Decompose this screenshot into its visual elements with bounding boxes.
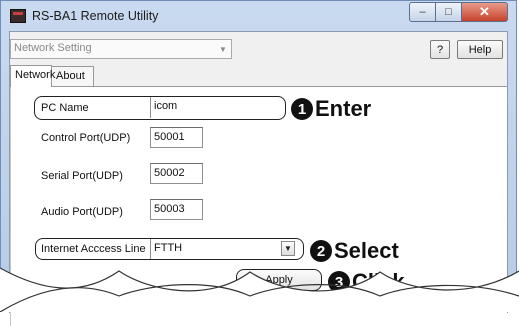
internet-line-value: FTTH <box>154 242 183 254</box>
title-bar[interactable]: RS-BA1 Remote Utility – □ ✕ <box>1 1 516 31</box>
window-controls: – □ ✕ <box>409 2 508 22</box>
callout-select-text: Select <box>334 238 399 263</box>
callout-enter: 1 Enter <box>291 96 371 122</box>
app-window: RS-BA1 Remote Utility – □ ✕ Network Sett… <box>0 0 517 326</box>
minimize-icon: – <box>419 6 426 18</box>
callout-enter-text: Enter <box>315 96 372 121</box>
callout-click-text: Click <box>352 269 405 294</box>
audio-port-label: Audio Port(UDP) <box>41 206 123 218</box>
pc-name-input[interactable]: icom <box>150 97 272 118</box>
internet-line-label: Internet Acccess Line <box>41 243 146 255</box>
callout-click: 3 Click <box>328 269 405 295</box>
internet-line-select[interactable]: FTTH ▼ <box>150 239 297 259</box>
help-button[interactable]: Help <box>457 40 503 59</box>
audio-port-input[interactable]: 50003 <box>150 199 203 220</box>
pc-name-label: PC Name <box>41 102 89 114</box>
tab-about[interactable]: About <box>51 66 94 86</box>
step-3-badge: 3 <box>328 271 350 293</box>
serial-port-label: Serial Port(UDP) <box>41 170 123 182</box>
maximize-icon: □ <box>445 6 452 18</box>
apply-button[interactable]: Apply <box>236 269 322 291</box>
client-area: Network Setting ▼ ? Help Network About P… <box>9 31 508 326</box>
maximize-button[interactable]: □ <box>436 2 462 22</box>
callout-select: 2 Select <box>310 238 399 264</box>
mode-select[interactable]: Network Setting ▼ <box>10 39 232 59</box>
minimize-button[interactable]: – <box>409 2 436 22</box>
app-icon <box>10 9 26 23</box>
step-1-badge: 1 <box>291 98 313 120</box>
control-port-label: Control Port(UDP) <box>41 132 131 144</box>
serial-port-input[interactable]: 50002 <box>150 163 203 184</box>
network-panel: PC Name icom 1 Enter Control Port(UDP) 50… <box>10 86 507 326</box>
chevron-down-icon[interactable]: ▼ <box>281 241 295 256</box>
mode-select-value: Network Setting <box>14 42 92 54</box>
chevron-down-icon: ▼ <box>219 44 227 54</box>
question-button[interactable]: ? <box>430 40 450 59</box>
window-title: RS-BA1 Remote Utility <box>32 9 159 23</box>
step-2-badge: 2 <box>310 240 332 262</box>
control-port-input[interactable]: 50001 <box>150 127 203 148</box>
tab-network[interactable]: Network <box>10 65 55 87</box>
close-icon: ✕ <box>479 4 490 19</box>
close-button[interactable]: ✕ <box>462 2 508 22</box>
